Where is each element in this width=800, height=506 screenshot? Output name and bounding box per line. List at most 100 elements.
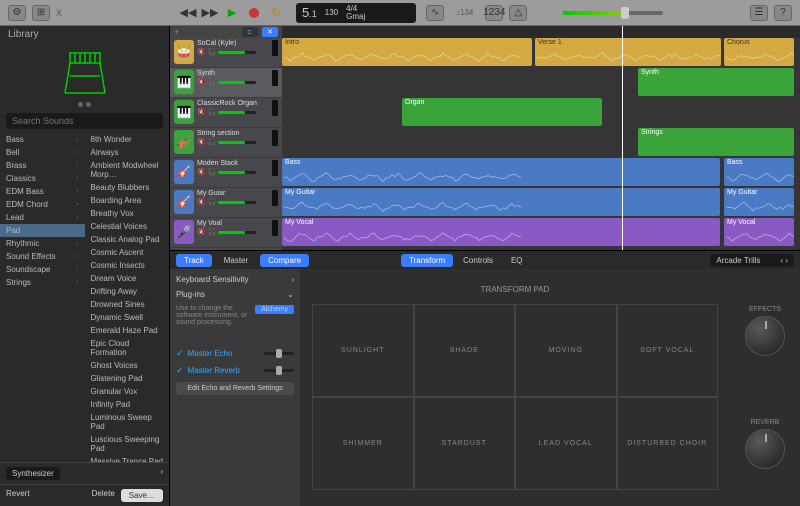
category-item[interactable]: Rhythmic› xyxy=(0,237,85,250)
arrange-area[interactable]: IntroVerse 1ChorusSynthOrganStringsBassB… xyxy=(282,26,800,250)
synth-chip[interactable]: Synthesizer xyxy=(6,467,60,480)
preset-item[interactable]: Drifting Away xyxy=(85,285,170,298)
category-list[interactable]: Bass›Bell›Brass›Classics›EDM Bass›EDM Ch… xyxy=(0,133,85,462)
master-reverb-checkbox[interactable]: Master Reverb xyxy=(176,365,240,376)
category-item[interactable]: Bass› xyxy=(0,133,85,146)
preset-selector[interactable]: Arcade Trills‹ › xyxy=(710,254,794,267)
category-item[interactable]: EDM Chord› xyxy=(0,198,85,211)
tab-controls[interactable]: Controls xyxy=(455,254,501,267)
region[interactable]: My Guitar xyxy=(724,188,794,216)
tab-eq[interactable]: EQ xyxy=(503,254,531,267)
preset-item[interactable]: Emerald Haze Pad xyxy=(85,324,170,337)
echo-slider[interactable] xyxy=(264,352,294,355)
preset-item[interactable]: Luminous Sweep Pad xyxy=(85,411,170,433)
region[interactable]: My Vocal xyxy=(724,218,794,246)
preset-item[interactable]: 8th Wonder xyxy=(85,133,170,146)
revert-button[interactable]: Revert xyxy=(6,489,30,502)
category-item[interactable]: EDM Bass› xyxy=(0,185,85,198)
preset-item[interactable]: Boarding Area xyxy=(85,194,170,207)
preset-item[interactable]: Ambient Modwheel Morp… xyxy=(85,159,170,181)
preset-item[interactable]: Massive Trance Pad xyxy=(85,455,170,462)
tab-track[interactable]: Track xyxy=(176,254,212,267)
track-header[interactable]: 🎸Moden Stack🔇🎧 xyxy=(170,158,282,188)
count-in-icon[interactable]: 1234 xyxy=(485,5,503,21)
preset-item[interactable]: Drowned Sines xyxy=(85,298,170,311)
search-input[interactable] xyxy=(6,113,163,129)
preset-item[interactable]: Epic Cloud Formation xyxy=(85,337,170,359)
category-item[interactable]: Strings› xyxy=(0,276,85,289)
preset-list[interactable]: 8th WonderAirwaysAmbient Modwheel Morp…B… xyxy=(85,133,170,462)
cycle-button[interactable]: ↻ xyxy=(266,4,286,22)
forward-button[interactable]: ▶▶ xyxy=(200,4,220,22)
metronome-icon[interactable]: △ xyxy=(509,5,527,21)
chevron-right-icon[interactable]: › xyxy=(160,467,163,480)
keyboard-sensitivity-row[interactable]: Keyboard Sensitivity› xyxy=(176,275,294,284)
category-item[interactable]: Pad› xyxy=(0,224,85,237)
tab-master[interactable]: Master xyxy=(216,254,256,267)
rewind-button[interactable]: ◀◀ xyxy=(178,4,198,22)
track-header[interactable]: 🎤My Voal🔇🎧 xyxy=(170,218,282,248)
track-volume-slider[interactable] xyxy=(218,111,256,114)
region[interactable]: Intro xyxy=(282,38,532,66)
category-item[interactable]: Sound Effects› xyxy=(0,250,85,263)
play-button[interactable]: ▶ xyxy=(222,4,242,22)
tab-transform[interactable]: Transform xyxy=(401,254,453,267)
tab-compare[interactable]: Compare xyxy=(260,254,309,267)
region[interactable]: Strings xyxy=(638,128,794,156)
track-volume-slider[interactable] xyxy=(218,81,256,84)
tuner-icon[interactable]: ∿ xyxy=(426,5,444,21)
region[interactable]: My Guitar xyxy=(282,188,720,216)
track-header[interactable]: 🥁SoCal (Kyle)🔇🎧 xyxy=(170,38,282,68)
preset-item[interactable]: Glistening Pad xyxy=(85,372,170,385)
preset-item[interactable]: Luscious Sweeping Pad xyxy=(85,433,170,455)
region[interactable]: Synth xyxy=(638,68,794,96)
delete-button[interactable]: Delete xyxy=(92,489,115,502)
header-toggle-2[interactable]: ✕ xyxy=(262,27,278,37)
region[interactable]: Bass xyxy=(282,158,720,186)
preset-item[interactable]: Ghost Voices xyxy=(85,359,170,372)
plugins-row[interactable]: Plug-ins⌄ xyxy=(176,290,294,299)
track-volume-slider[interactable] xyxy=(218,51,256,54)
add-track-icon[interactable]: + xyxy=(174,27,179,37)
preset-item[interactable]: Infinity Pad xyxy=(85,398,170,411)
region[interactable]: Chorus xyxy=(724,38,794,66)
preset-item[interactable]: Celestial Voices xyxy=(85,220,170,233)
category-item[interactable]: Soundscape› xyxy=(0,263,85,276)
preset-item[interactable]: Cosmic Ascent xyxy=(85,246,170,259)
preset-item[interactable]: Beauty Blubbers xyxy=(85,181,170,194)
reverb-slider[interactable] xyxy=(264,369,294,372)
transform-pad-cell[interactable]: MOVING xyxy=(515,304,617,397)
master-echo-checkbox[interactable]: Master Echo xyxy=(176,348,232,359)
transform-pad-cell[interactable]: STARDUST xyxy=(414,397,516,490)
preset-item[interactable]: Cosmic Insects xyxy=(85,259,170,272)
transform-pad-cell[interactable]: SUNLIGHT xyxy=(312,304,414,397)
browser-toggle-icon[interactable]: ⊞ xyxy=(32,5,50,21)
track-volume-slider[interactable] xyxy=(218,231,256,234)
track-header[interactable]: 🎹Synth🔇🎧 xyxy=(170,68,282,98)
library-toggle-icon[interactable]: ⚙ xyxy=(8,5,26,21)
effects-knob[interactable] xyxy=(745,316,785,356)
track-header[interactable]: 🎻String section🔇🎧 xyxy=(170,128,282,158)
edit-fx-button[interactable]: Edit Echo and Reverb Settings xyxy=(176,382,294,395)
save-button[interactable]: Save… xyxy=(121,489,163,502)
track-volume-slider[interactable] xyxy=(218,171,256,174)
region[interactable]: Verse 1 xyxy=(535,38,721,66)
category-item[interactable]: Lead› xyxy=(0,211,85,224)
track-volume-slider[interactable] xyxy=(218,141,256,144)
reverb-knob[interactable] xyxy=(745,429,785,469)
help-icon[interactable]: ? xyxy=(774,5,792,21)
record-button[interactable] xyxy=(244,4,264,22)
region[interactable]: Bass xyxy=(724,158,794,186)
preset-item[interactable]: Granular Vox xyxy=(85,385,170,398)
timeline-ruler[interactable] xyxy=(282,26,800,38)
transform-pad-cell[interactable]: SHIMMER xyxy=(312,397,414,490)
list-editors-icon[interactable]: ☰ xyxy=(750,5,768,21)
plugin-slot[interactable]: Alchemy xyxy=(255,305,294,314)
transform-pad-cell[interactable]: DISTURBED CHOIR xyxy=(617,397,719,490)
category-item[interactable]: Bell› xyxy=(0,146,85,159)
transform-pad-cell[interactable]: SOFT VOCAL xyxy=(617,304,719,397)
preset-item[interactable]: Dynamic Swell xyxy=(85,311,170,324)
track-header[interactable]: 🎹ClassicRock Organ🔇🎧 xyxy=(170,98,282,128)
category-item[interactable]: Brass› xyxy=(0,159,85,172)
region[interactable]: My Vocal xyxy=(282,218,720,246)
